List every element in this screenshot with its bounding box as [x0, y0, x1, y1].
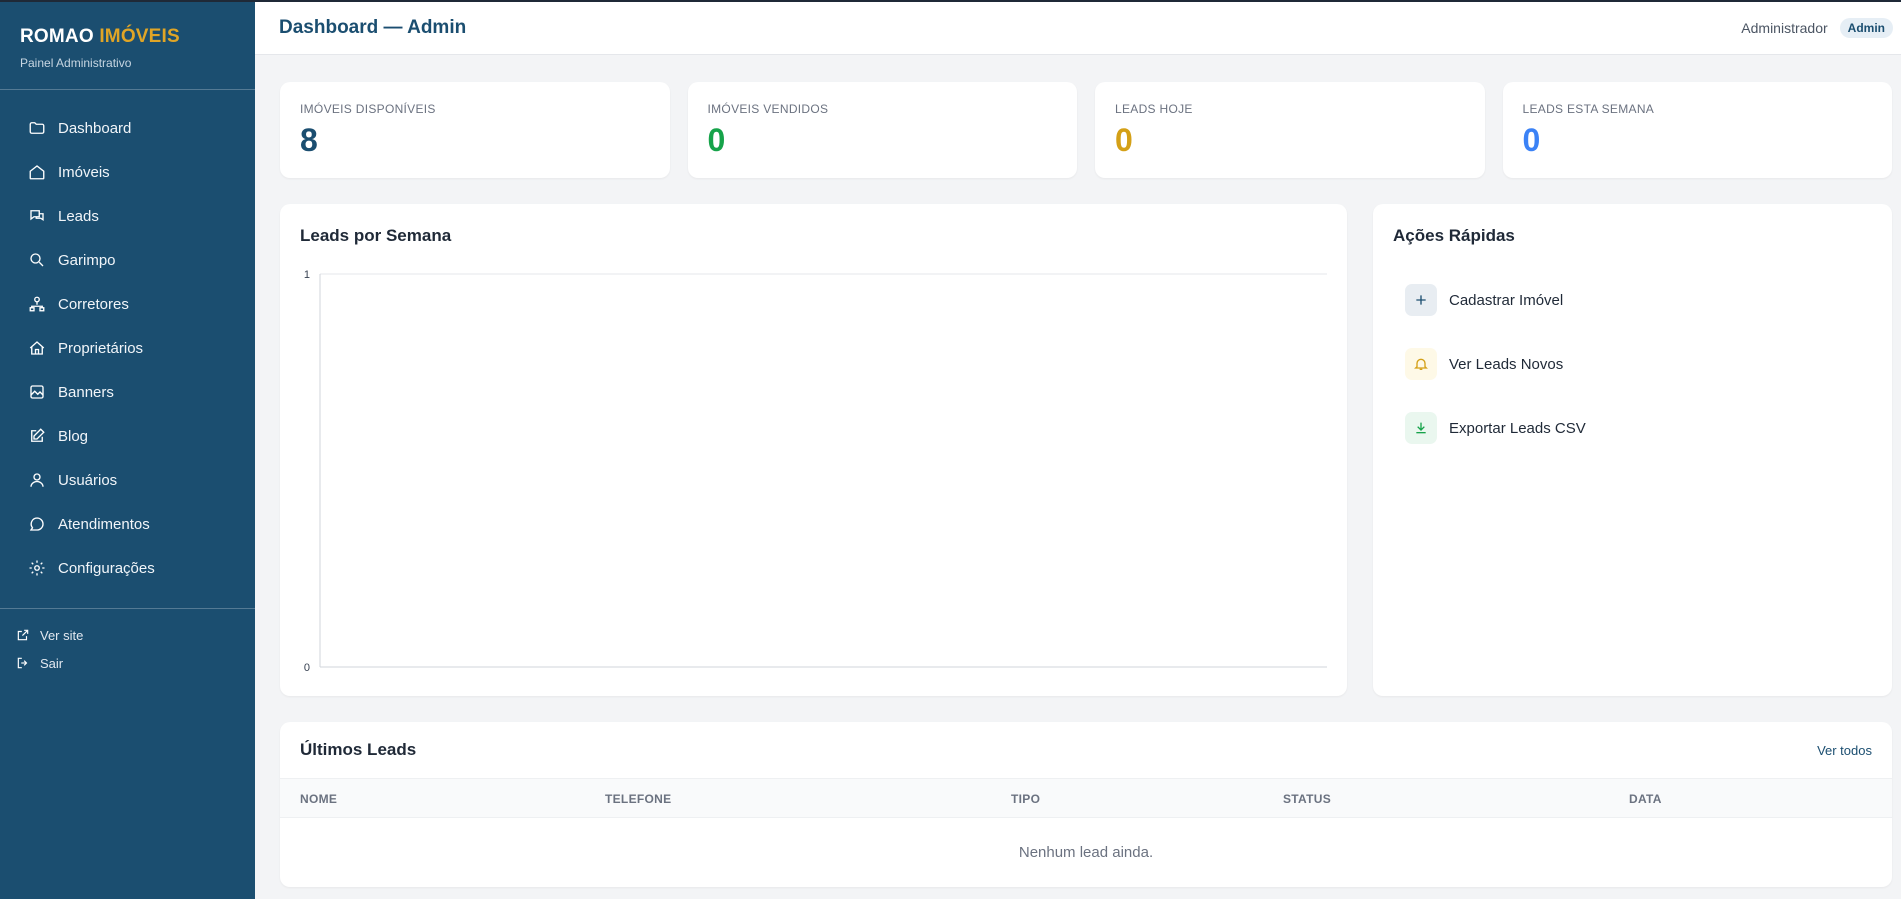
stat-label: IMÓVEIS DISPONÍVEIS	[300, 102, 436, 116]
sidebar-item-banners[interactable]: Banners	[0, 370, 255, 414]
quick-action-label: Cadastrar Imóvel	[1449, 291, 1564, 309]
column-header-phone[interactable]: TELEFONE	[605, 792, 671, 806]
search-icon	[28, 251, 46, 269]
middle-row: Leads por Semana 01 Ações Rápidas Cadast…	[280, 204, 1892, 696]
logout-link[interactable]: Sair	[0, 649, 255, 677]
user-name: Administrador	[1741, 20, 1828, 36]
image-icon	[28, 383, 46, 401]
role-badge: Admin	[1839, 18, 1893, 38]
brand-subtitle: Painel Administrativo	[20, 56, 132, 70]
sidebar-item-label: Configurações	[58, 559, 155, 577]
quick-action-label: Ver Leads Novos	[1449, 355, 1564, 373]
sidebar-item-label: Banners	[58, 383, 114, 401]
view-site-link[interactable]: Ver site	[0, 621, 255, 649]
sidebar-item-label: Leads	[58, 207, 99, 225]
stat-value: 0	[1522, 122, 1541, 158]
sidebar: ROMAO IMÓVEIS Painel Administrativo Dash…	[0, 2, 255, 899]
export-leads-csv-action[interactable]: Exportar Leads CSV	[1393, 396, 1872, 460]
sidebar-item-label: Garimpo	[58, 251, 116, 269]
leads-chart: 01	[304, 269, 1327, 674]
view-new-leads-action[interactable]: Ver Leads Novos	[1393, 332, 1872, 396]
stat-label: IMÓVEIS VENDIDOS	[707, 102, 829, 116]
gear-icon	[28, 559, 46, 577]
edit-icon	[28, 427, 46, 445]
quick-action-label: Exportar Leads CSV	[1449, 419, 1586, 437]
sidebar-item-configuracoes[interactable]: Configurações	[0, 546, 255, 590]
page-title: Dashboard — Admin	[279, 17, 467, 38]
stats-row: IMÓVEIS DISPONÍVEIS 8 IMÓVEIS VENDIDOS 0…	[280, 82, 1892, 178]
column-header-date[interactable]: DATA	[1629, 792, 1662, 806]
sidebar-item-imoveis[interactable]: Imóveis	[0, 150, 255, 194]
column-header-status[interactable]: STATUS	[1283, 792, 1331, 806]
sidebar-item-usuarios[interactable]: Usuários	[0, 458, 255, 502]
network-icon	[28, 295, 46, 313]
sidebar-item-proprietarios[interactable]: Proprietários	[0, 326, 255, 370]
stat-label: LEADS HOJE	[1115, 102, 1193, 116]
stat-value: 8	[300, 122, 318, 158]
view-site-label: Ver site	[40, 627, 84, 643]
plus-icon	[1405, 284, 1437, 316]
view-all-link[interactable]: Ver todos	[1817, 743, 1872, 758]
bell-icon	[1405, 348, 1437, 380]
sidebar-item-label: Blog	[58, 427, 89, 445]
sidebar-item-label: Proprietários	[58, 339, 144, 357]
chart-y-tick-label: 0	[304, 662, 310, 674]
sidebar-item-dashboard[interactable]: Dashboard	[0, 106, 255, 150]
chat-icon	[28, 207, 46, 225]
house-icon	[28, 339, 46, 357]
stat-value: 0	[707, 122, 726, 158]
brand-name: ROMAO	[20, 26, 94, 47]
add-property-action[interactable]: Cadastrar Imóvel	[1393, 268, 1872, 332]
external-link-icon	[16, 628, 30, 642]
stat-label: LEADS ESTA SEMANA	[1522, 102, 1655, 116]
sidebar-item-label: Imóveis	[58, 163, 110, 181]
sidebar-item-label: Atendimentos	[58, 515, 150, 533]
chart-y-tick-label: 1	[304, 269, 310, 281]
leads-chart-card: Leads por Semana 01	[280, 204, 1347, 696]
sidebar-item-leads[interactable]: Leads	[0, 194, 255, 238]
column-header-name[interactable]: NOME	[300, 792, 337, 806]
main-content: IMÓVEIS DISPONÍVEIS 8 IMÓVEIS VENDIDOS 0…	[280, 82, 1892, 887]
stat-card-leads-week: LEADS ESTA SEMANA 0	[1502, 82, 1892, 178]
sidebar-item-blog[interactable]: Blog	[0, 414, 255, 458]
brand-logo[interactable]: ROMAO IMÓVEIS	[20, 26, 235, 48]
quick-actions-card: Ações Rápidas Cadastrar Imóvel Ver Leads…	[1373, 204, 1892, 696]
sidebar-item-atendimentos[interactable]: Atendimentos	[0, 502, 255, 546]
sidebar-item-garimpo[interactable]: Garimpo	[0, 238, 255, 282]
quick-actions-title: Ações Rápidas	[1393, 226, 1515, 245]
chart-y-ticks: 01	[304, 269, 310, 674]
user-icon	[28, 471, 46, 489]
quick-actions-list: Cadastrar Imóvel Ver Leads Novos Exporta…	[1393, 268, 1872, 460]
stat-card-sold: IMÓVEIS VENDIDOS 0	[687, 82, 1077, 178]
table-empty-state: Nenhum lead ainda.	[1018, 844, 1154, 861]
message-icon	[28, 515, 46, 533]
download-icon	[1405, 412, 1437, 444]
folder-icon	[28, 119, 46, 137]
brand: ROMAO IMÓVEIS Painel Administrativo	[0, 2, 255, 90]
home-icon	[28, 163, 46, 181]
latest-leads-header: Últimos Leads Ver todos	[280, 722, 1892, 778]
brand-name-accent: IMÓVEIS	[99, 26, 180, 47]
stat-card-available: IMÓVEIS DISPONÍVEIS 8	[280, 82, 670, 178]
column-header-type[interactable]: TIPO	[1011, 792, 1040, 806]
logout-icon	[16, 656, 30, 670]
sidebar-item-label: Usuários	[58, 471, 118, 489]
latest-leads-title: Últimos Leads	[300, 740, 417, 759]
stat-value: 0	[1115, 122, 1133, 158]
sidebar-nav: Dashboard Imóveis Leads Garimpo Corretor…	[0, 90, 255, 590]
sidebar-footer: Ver site Sair	[0, 609, 255, 677]
stat-card-leads-today: LEADS HOJE 0	[1095, 82, 1485, 178]
latest-leads-card: Últimos Leads Ver todos NOME TELEFONE TI…	[280, 722, 1892, 887]
user-info[interactable]: Administrador Admin	[1741, 18, 1893, 38]
sidebar-item-corretores[interactable]: Corretores	[0, 282, 255, 326]
table-header-row: NOME TELEFONE TIPO STATUS DATA	[280, 778, 1892, 818]
sidebar-item-label: Corretores	[58, 295, 129, 313]
sidebar-item-label: Dashboard	[58, 119, 132, 137]
logout-label: Sair	[40, 655, 64, 671]
top-header: Dashboard — Admin Administrador Admin	[255, 2, 1901, 55]
